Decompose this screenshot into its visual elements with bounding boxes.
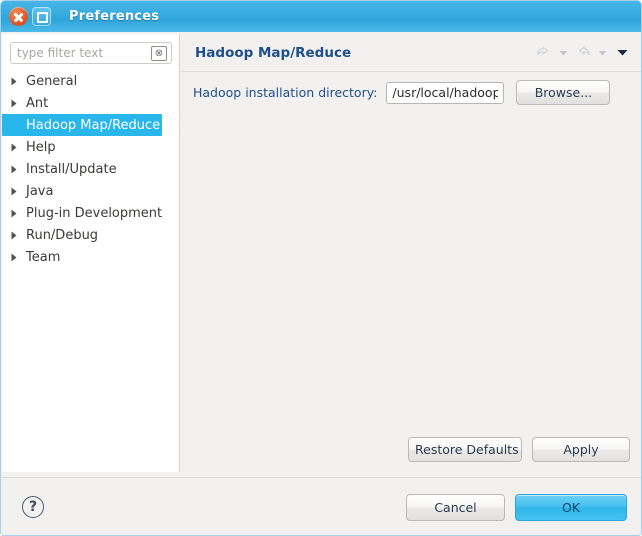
sidebar-item-help[interactable]: Help	[2, 136, 179, 158]
sidebar-item-label: Run/Debug	[26, 227, 99, 243]
filter-field-wrapper: ⊗	[10, 42, 172, 64]
title-bar: Preferences	[1, 1, 641, 33]
sidebar-item-team[interactable]: Team	[2, 246, 179, 268]
sidebar-item-general[interactable]: General	[2, 70, 179, 92]
expand-arrow-icon[interactable]	[10, 165, 24, 174]
page-menu-chevron-down-icon[interactable]	[613, 44, 631, 62]
expand-arrow-icon[interactable]	[10, 143, 24, 152]
search-input[interactable]	[10, 42, 172, 64]
sidebar-item-label: Plug-in Development	[26, 205, 163, 221]
sidebar-item-hadoop-map-reduce[interactable]: Hadoop Map/Reduce	[2, 114, 162, 136]
apply-button[interactable]: Apply	[532, 437, 630, 462]
sidebar-item-run-debug[interactable]: Run/Debug	[2, 224, 179, 246]
clear-filter-icon[interactable]: ⊗	[151, 46, 167, 61]
expand-arrow-icon[interactable]	[10, 99, 24, 108]
dialog-body: ⊗ General Ant Hadoop Map/Reduce	[1, 32, 641, 535]
cancel-button[interactable]: Cancel	[406, 493, 505, 521]
hadoop-directory-label: Hadoop installation directory:	[193, 85, 378, 100]
preferences-dialog: Preferences ⊗ General	[0, 0, 642, 536]
sidebar-item-plug-in-development[interactable]: Plug-in Development	[2, 202, 179, 224]
page-header: Hadoop Map/Reduce	[181, 34, 641, 72]
sidebar-item-label: Ant	[26, 95, 49, 111]
sidebar-item-install-update[interactable]: Install/Update	[2, 158, 179, 180]
dialog-buttons: Cancel OK	[406, 493, 627, 521]
sidebar-item-label: Install/Update	[26, 161, 117, 177]
page-action-buttons: Restore Defaults Apply	[408, 437, 630, 462]
maximize-icon[interactable]	[32, 7, 51, 26]
preferences-tree-panel: ⊗ General Ant Hadoop Map/Reduce	[2, 34, 180, 472]
hadoop-directory-input[interactable]	[386, 81, 505, 104]
back-menu-chevron-down-icon[interactable]	[557, 44, 570, 62]
sidebar-item-ant[interactable]: Ant	[2, 92, 179, 114]
sidebar-item-java[interactable]: Java	[2, 180, 179, 202]
expand-arrow-icon[interactable]	[10, 231, 24, 240]
preferences-tree: General Ant Hadoop Map/Reduce Help Insta…	[2, 70, 179, 268]
page-nav-icons	[535, 44, 631, 62]
sidebar-item-label: Hadoop Map/Reduce	[26, 117, 161, 133]
sidebar-item-label: General	[26, 73, 78, 89]
ok-button[interactable]: OK	[515, 493, 627, 521]
expand-arrow-icon[interactable]	[10, 253, 24, 262]
dialog-footer: ? Cancel OK	[2, 477, 641, 535]
page-title: Hadoop Map/Reduce	[195, 44, 352, 61]
preference-page: Hadoop Map/Reduce Hadoop installation di…	[181, 34, 641, 472]
sidebar-item-label: Team	[26, 249, 61, 265]
close-icon[interactable]	[9, 7, 28, 26]
help-icon[interactable]: ?	[22, 496, 44, 518]
sidebar-item-label: Help	[26, 139, 56, 155]
expand-arrow-icon[interactable]	[10, 187, 24, 196]
forward-arrow-icon[interactable]	[574, 44, 592, 62]
restore-defaults-button[interactable]: Restore Defaults	[408, 437, 522, 462]
back-arrow-icon[interactable]	[535, 44, 553, 62]
expand-arrow-icon[interactable]	[10, 209, 24, 218]
hadoop-directory-row: Hadoop installation directory: Browse...	[181, 80, 641, 105]
window-title: Preferences	[69, 9, 160, 24]
browse-button[interactable]: Browse...	[516, 80, 611, 105]
forward-menu-chevron-down-icon[interactable]	[596, 44, 609, 62]
sidebar-item-label: Java	[26, 183, 54, 199]
expand-arrow-icon[interactable]	[10, 77, 24, 86]
